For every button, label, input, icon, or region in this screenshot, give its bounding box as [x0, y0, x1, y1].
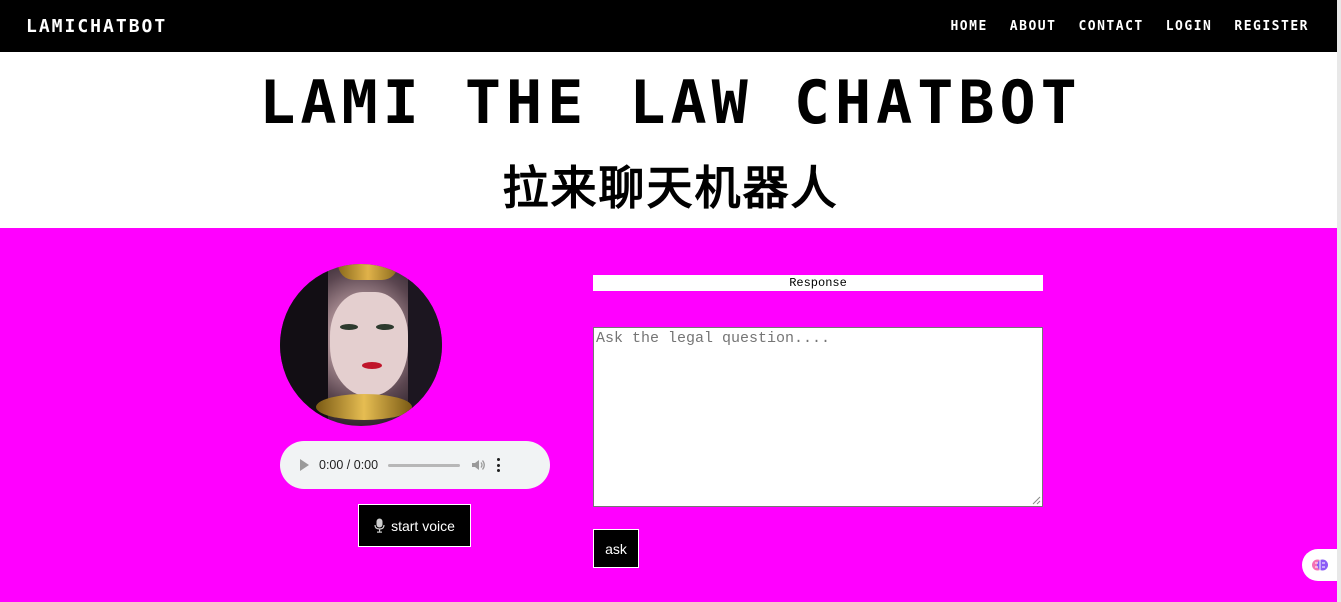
avatar-eye-left — [340, 324, 358, 330]
nav-link-home[interactable]: HOME — [950, 19, 987, 34]
response-output: Response — [593, 275, 1043, 291]
volume-icon[interactable] — [470, 457, 486, 473]
nav-link-about[interactable]: ABOUT — [1010, 19, 1057, 34]
avatar-collar — [316, 394, 412, 420]
audio-player: 0:00 / 0:00 — [280, 441, 550, 489]
page-subtitle: 拉来聊天机器人 — [502, 161, 839, 215]
legal-question-input[interactable] — [593, 327, 1043, 507]
chatbot-avatar — [280, 264, 442, 426]
brand-logo[interactable]: LAMICHATBOT — [26, 16, 167, 37]
page-header: LAMI THE LAW CHATBOT 拉来聊天机器人 — [0, 52, 1341, 228]
start-voice-label: start voice — [391, 517, 455, 534]
audio-time: 0:00 / 0:00 — [319, 458, 379, 472]
page-scrollbar[interactable] — [1337, 0, 1341, 602]
navbar: LAMICHATBOT HOME ABOUT CONTACT LOGIN REG… — [0, 0, 1341, 52]
nav-link-contact[interactable]: CONTACT — [1078, 19, 1143, 34]
page-title: LAMI THE LAW CHATBOT — [259, 68, 1082, 138]
more-options-icon[interactable] — [496, 458, 500, 472]
microphone-icon — [374, 518, 385, 533]
start-voice-button[interactable]: start voice — [358, 504, 471, 547]
brain-icon — [1312, 559, 1328, 571]
nav-links: HOME ABOUT CONTACT LOGIN REGISTER — [950, 19, 1309, 34]
chat-section: 0:00 / 0:00 start voice Response ask — [0, 228, 1341, 602]
avatar-hair-right — [408, 264, 442, 426]
ask-button[interactable]: ask — [593, 529, 639, 568]
avatar-eye-right — [376, 324, 394, 330]
avatar-lips — [362, 362, 382, 369]
assistant-widget-button[interactable] — [1302, 549, 1338, 581]
nav-link-register[interactable]: REGISTER — [1234, 19, 1309, 34]
avatar-crown — [338, 264, 398, 280]
play-icon[interactable] — [300, 459, 309, 471]
avatar-face — [330, 292, 408, 396]
audio-progress-slider[interactable] — [388, 463, 461, 467]
nav-link-login[interactable]: LOGIN — [1166, 19, 1213, 34]
